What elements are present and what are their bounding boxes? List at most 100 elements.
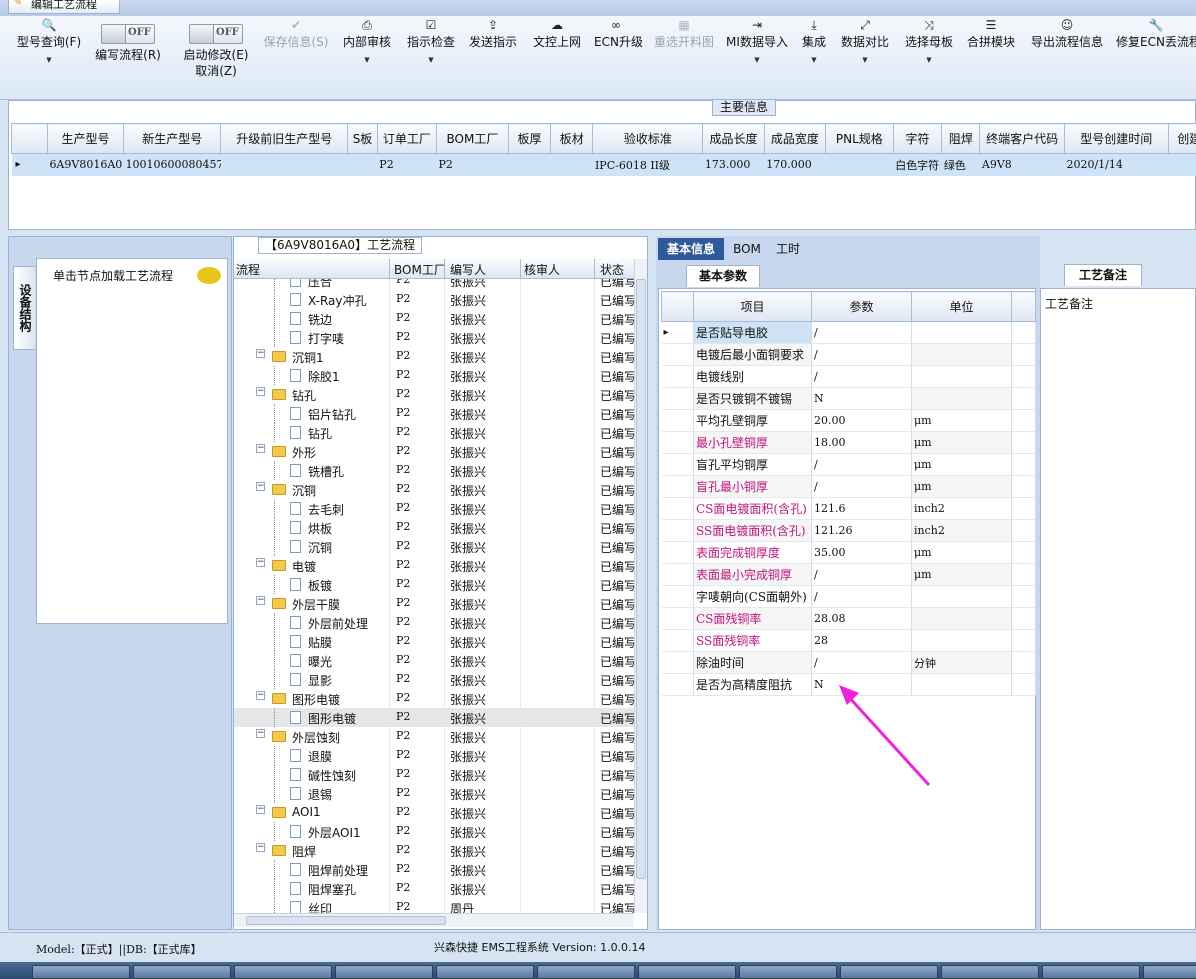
param-row[interactable]: 平均孔壁铜厚 20.00 μm <box>661 409 1036 432</box>
toolbar-item-12[interactable]: ⤢ 数据对比 ▼ <box>840 16 890 64</box>
param-row[interactable]: 除油时间 / 分钟 <box>661 651 1036 674</box>
param-row[interactable]: 盲孔平均铜厚 / μm <box>661 453 1036 476</box>
process-column-header[interactable]: 状态 <box>600 261 624 278</box>
collapse-icon[interactable]: − <box>256 444 265 453</box>
right-tab-2[interactable]: 工时 <box>768 238 808 260</box>
param-column-header[interactable]: 单位 <box>911 291 1012 322</box>
param-value[interactable]: / <box>811 453 912 476</box>
column-header[interactable]: 订单工厂 <box>376 123 438 154</box>
collapse-icon[interactable]: − <box>256 482 265 491</box>
taskbar-button[interactable] <box>234 965 332 979</box>
main-info-cell[interactable]: 6A9V8016A0 <box>47 154 123 176</box>
collapse-icon[interactable]: − <box>256 558 265 567</box>
process-row[interactable]: 阻焊前处理 P2 张振兴 已编写 <box>234 860 634 879</box>
column-header[interactable]: S板 <box>347 123 378 154</box>
taskbar-button[interactable] <box>133 965 231 979</box>
process-row[interactable]: − 阻焊 P2 张振兴 已编写 <box>234 841 634 860</box>
param-row[interactable]: 最小孔壁铜厚 18.00 μm <box>661 431 1036 454</box>
process-row[interactable]: 退膜 P2 张振兴 已编写 <box>234 746 634 765</box>
main-info-cell[interactable] <box>551 154 593 176</box>
param-value[interactable]: / <box>811 563 912 586</box>
toolbar-item-2[interactable]: OFF 启动修改(E) 取消(Z) <box>176 22 256 79</box>
process-row[interactable]: 贴膜 P2 张振兴 已编写 <box>234 632 634 651</box>
right-tab-1[interactable]: BOM <box>728 238 766 260</box>
collapse-icon[interactable]: − <box>256 387 265 396</box>
main-info-cell[interactable]: IPC-6018 II级 <box>593 154 703 176</box>
right-tab-0[interactable]: 基本信息 <box>658 238 724 260</box>
column-header[interactable]: BOM工厂 <box>436 123 509 154</box>
chevron-down-icon[interactable]: ▼ <box>800 56 828 64</box>
taskbar-button[interactable] <box>739 965 837 979</box>
column-header[interactable]: 成品长度 <box>702 123 765 154</box>
main-info-cell[interactable]: 10010600080457 <box>124 154 221 176</box>
main-info-cell[interactable]: 170.000 <box>764 154 825 176</box>
param-row[interactable]: 表面最小完成铜厚 / μm <box>661 563 1036 586</box>
param-column-header[interactable]: 项目 <box>693 291 812 322</box>
chevron-down-icon[interactable]: ▼ <box>726 56 788 64</box>
column-header[interactable]: PNL规格 <box>825 123 894 154</box>
param-value[interactable]: 121.26 <box>811 519 912 542</box>
param-row[interactable]: 是否只镀铜不镀锡 N <box>661 387 1036 410</box>
toolbar-item-4[interactable]: ⎙ 内部审核 ▼ <box>342 16 392 64</box>
collapse-icon[interactable]: − <box>256 349 265 358</box>
param-row[interactable]: 电镀线别 / <box>661 365 1036 388</box>
chevron-down-icon[interactable]: ▼ <box>16 56 82 64</box>
column-header[interactable]: 生产型号 <box>46 123 125 154</box>
process-row[interactable]: − 沉铜 P2 张振兴 已编写 <box>234 480 634 499</box>
process-row[interactable]: 压合 P2 张振兴 已编写 <box>234 279 634 290</box>
toolbar-item-7[interactable]: ☁ 文控上网 <box>532 16 582 50</box>
process-row[interactable]: 烘板 P2 张振兴 已编写 <box>234 518 634 537</box>
main-info-cell[interactable] <box>221 154 348 176</box>
column-header[interactable]: 型号创建时间 <box>1063 123 1169 154</box>
param-value[interactable]: / <box>811 585 912 608</box>
process-column-header[interactable]: 核审人 <box>524 261 560 278</box>
param-value[interactable]: N <box>811 387 912 410</box>
process-column-header[interactable]: 编写人 <box>450 261 486 278</box>
toolbar-item-6[interactable]: ⇪ 发送指示 <box>468 16 518 50</box>
process-column-header[interactable]: 流程 <box>236 261 260 278</box>
toolbar-item-8[interactable]: ∞ ECN升级 <box>594 16 643 50</box>
process-row[interactable]: − 外形 P2 张振兴 已编写 <box>234 442 634 461</box>
process-row[interactable]: − 电镀 P2 张振兴 已编写 <box>234 556 634 575</box>
process-row[interactable]: 钻孔 P2 张振兴 已编写 <box>234 423 634 442</box>
toggle-switch[interactable]: OFF <box>101 24 155 44</box>
column-header[interactable]: 创建 <box>1167 123 1196 154</box>
column-header[interactable]: 阻焊 <box>941 123 981 154</box>
toolbar-item-9[interactable]: ▦ 重选开料图 <box>652 16 716 50</box>
taskbar-button[interactable] <box>335 965 433 979</box>
toolbar-item-13[interactable]: ⤨ 选择母板 ▼ <box>904 16 954 64</box>
taskbar-button[interactable] <box>537 965 635 979</box>
main-info-cell[interactable]: 绿色 <box>942 154 980 176</box>
chevron-down-icon[interactable]: ▼ <box>904 56 954 64</box>
main-info-cell[interactable] <box>348 154 378 176</box>
process-row[interactable]: 打字唛 P2 张振兴 已编写 <box>234 328 634 347</box>
param-value[interactable]: / <box>811 651 912 674</box>
param-row[interactable]: 盲孔最小铜厚 / μm <box>661 475 1036 498</box>
collapse-icon[interactable]: − <box>256 729 265 738</box>
main-info-cell[interactable]: 白色字符 <box>893 154 942 176</box>
param-value[interactable]: 18.00 <box>811 431 912 454</box>
param-value[interactable]: / <box>811 321 912 344</box>
taskbar-button[interactable] <box>1143 965 1196 979</box>
param-value[interactable]: / <box>811 475 912 498</box>
param-row[interactable]: CS面残铜率 28.08 <box>661 607 1036 630</box>
main-info-cell[interactable]: P2 <box>377 154 436 176</box>
param-value[interactable]: 20.00 <box>811 409 912 432</box>
process-row[interactable]: 铣槽孔 P2 张振兴 已编写 <box>234 461 634 480</box>
toolbar-item-3[interactable]: ✔ 保存信息(S) <box>260 16 332 50</box>
column-header[interactable]: 成品宽度 <box>763 123 827 154</box>
param-row[interactable]: ▸ 是否贴导电胶 / <box>661 321 1036 344</box>
toggle-switch[interactable]: OFF <box>189 24 243 44</box>
taskbar-button[interactable] <box>638 965 736 979</box>
toolbar-item-10[interactable]: ⇥ MI数据导入 ▼ <box>726 16 788 64</box>
process-row[interactable]: 曝光 P2 张振兴 已编写 <box>234 651 634 670</box>
toolbar-item-5[interactable]: ☑ 指示检查 ▼ <box>406 16 456 64</box>
param-row[interactable]: CS面电镀面积(含孔) 121.6 inch2 <box>661 497 1036 520</box>
process-row[interactable]: 铝片钻孔 P2 张振兴 已编写 <box>234 404 634 423</box>
horizontal-scrollbar-thumb[interactable] <box>246 916 446 925</box>
process-row[interactable]: 阻焊塞孔 P2 张振兴 已编写 <box>234 879 634 898</box>
vertical-scrollbar-thumb[interactable] <box>636 279 646 879</box>
taskbar-button[interactable] <box>840 965 938 979</box>
main-info-cell[interactable] <box>826 154 894 176</box>
horizontal-scrollbar[interactable] <box>234 913 634 927</box>
